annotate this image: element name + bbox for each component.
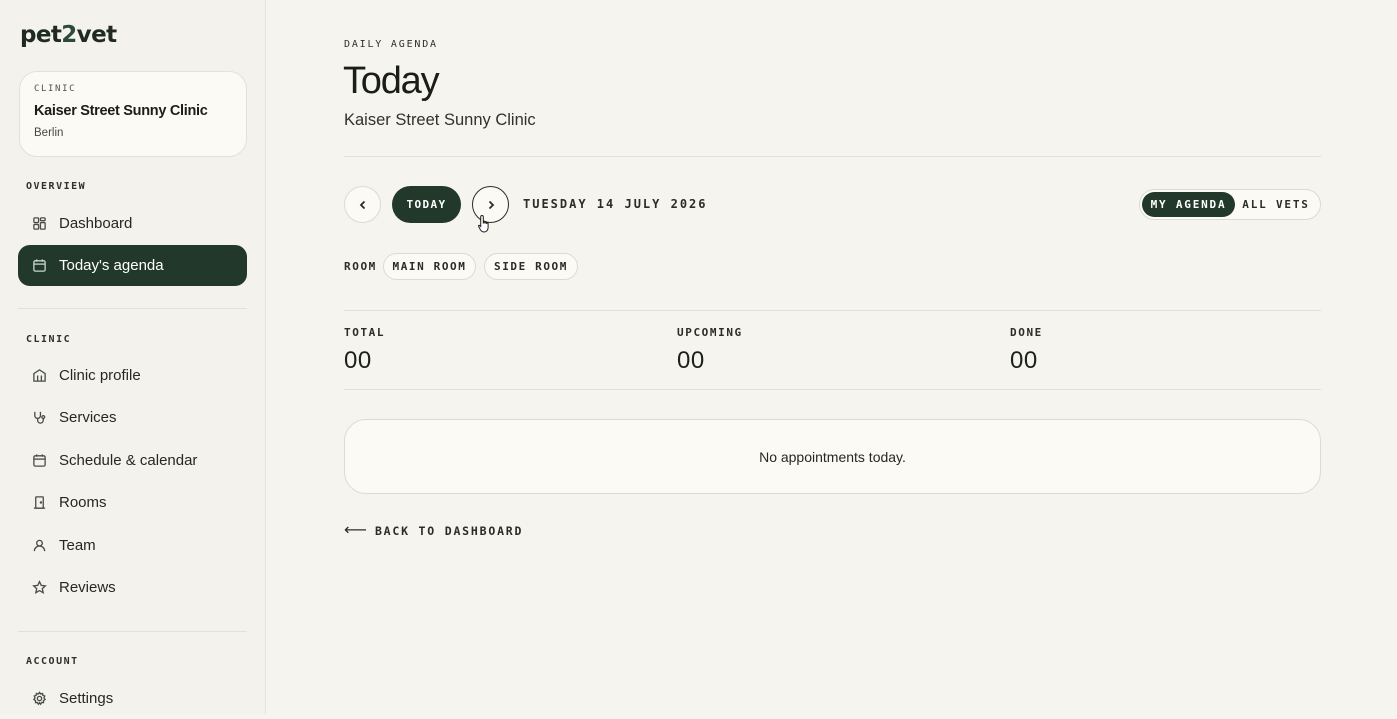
stat-label: UPCOMING [677,326,743,339]
stat-total: TOTAL 00 [344,326,385,375]
user-icon [31,538,47,554]
sidebar-item-services[interactable]: Services [18,397,247,438]
all-vets-toggle[interactable]: ALL VETS [1235,192,1317,217]
sidebar-item-label: Team [59,537,96,554]
sidebar-item-reviews[interactable]: Reviews [18,567,247,608]
sidebar-item-dashboard[interactable]: Dashboard [18,203,247,244]
arrow-left-icon: ⟵ [344,522,367,539]
room-filter-label: ROOM [344,260,377,273]
grid-icon [31,216,47,232]
sidebar-item-label: Reviews [59,579,116,596]
sidebar-item-label: Dashboard [59,215,133,232]
sidebar-item-clinic-profile[interactable]: Clinic profile [18,355,247,396]
empty-state-card: No appointments today. [344,419,1321,494]
sidebar-item-label: Today's agenda [59,257,164,274]
logo[interactable]: pet2vet [20,22,117,48]
main-content: DAILY AGENDA Today Kaiser Street Sunny C… [267,0,1397,714]
sidebar-divider [18,631,247,632]
stethoscope-icon [31,410,47,426]
empty-state-message: No appointments today. [759,448,906,465]
logo-text: pet [20,22,62,48]
room-chip-side-room[interactable]: SIDE ROOM [484,253,578,280]
stat-value: 00 [1010,347,1038,374]
chevron-left-icon [359,200,365,209]
sidebar-item-label: Clinic profile [59,367,141,384]
page-subtitle: Kaiser Street Sunny Clinic [344,111,536,129]
previous-day-button[interactable] [344,186,381,223]
stat-label: DONE [1010,326,1043,339]
current-date-label: TUESDAY 14 JULY 2026 [523,197,708,211]
stats-divider-top [344,310,1321,311]
door-icon [31,495,47,511]
sidebar-item-label: Schedule & calendar [59,452,198,469]
pointer-cursor-icon [477,214,489,233]
sidebar-item-rooms[interactable]: Rooms [18,482,247,523]
room-chip-main-room[interactable]: MAIN ROOM [383,253,476,280]
chevron-right-icon [488,200,494,209]
agenda-view-toggle: MY AGENDA ALL VETS [1139,189,1321,220]
logo-text: vet [76,22,117,48]
section-label-overview: OVERVIEW [26,181,87,192]
stat-value: 00 [677,347,705,374]
section-label-clinic: CLINIC [26,334,72,345]
sidebar-item-team[interactable]: Team [18,525,247,566]
clinic-city: Berlin [34,127,64,139]
calendar-icon [31,453,47,469]
back-to-dashboard-link[interactable]: ⟵ BACK TO DASHBOARD [344,523,523,539]
sidebar-divider [18,308,247,309]
calendar-icon [31,258,47,274]
stat-label: TOTAL [344,326,386,339]
page-title: Today [343,60,440,102]
logo-text: 2 [61,22,77,48]
stat-value: 00 [344,347,372,374]
stats-divider-bottom [344,389,1321,390]
today-button[interactable]: TODAY [392,186,461,223]
sidebar-item-label: Services [59,409,117,426]
clinic-name: Kaiser Street Sunny Clinic [34,103,208,119]
sidebar-item-todays-agenda[interactable]: Today's agenda [18,245,247,286]
page-eyebrow: DAILY AGENDA [344,39,438,50]
sidebar: pet2vet CLINIC Kaiser Street Sunny Clini… [0,0,266,714]
clinic-card-eyebrow: CLINIC [34,84,77,94]
back-link-label: BACK TO DASHBOARD [374,524,524,538]
sidebar-item-label: Rooms [59,494,107,511]
sidebar-item-schedule-calendar[interactable]: Schedule & calendar [18,440,247,481]
my-agenda-toggle[interactable]: MY AGENDA [1142,192,1235,217]
header-divider [344,156,1321,157]
sidebar-item-settings[interactable]: Settings [18,678,247,719]
building-icon [31,368,47,384]
clinic-switcher-card[interactable]: CLINIC Kaiser Street Sunny Clinic Berlin [19,71,247,157]
sidebar-item-label: Settings [59,690,114,707]
section-label-account: ACCOUNT [26,656,79,667]
gear-icon [31,691,47,707]
stat-done: DONE 00 [1010,326,1043,375]
stat-upcoming: UPCOMING 00 [677,326,743,375]
star-icon [31,580,47,596]
